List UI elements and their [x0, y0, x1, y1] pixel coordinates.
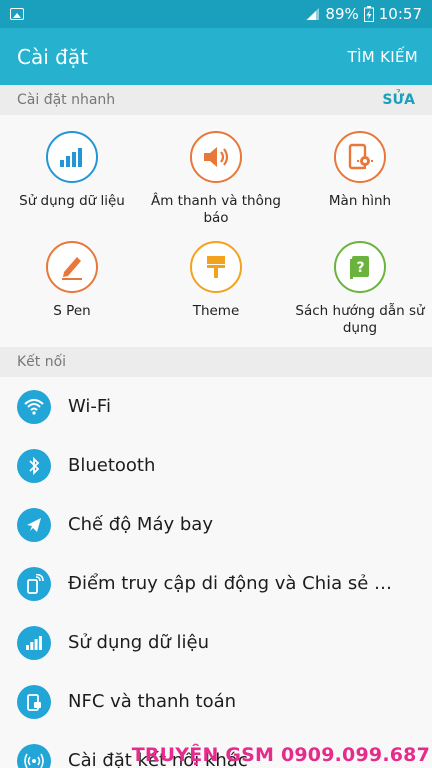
- battery-charging-icon: [363, 6, 374, 22]
- quick-item-data-usage[interactable]: Sử dụng dữ liệu: [0, 131, 144, 241]
- battery-percent: 89%: [325, 5, 359, 23]
- quick-item-label: Theme: [192, 303, 240, 319]
- quick-item-manual[interactable]: ? Sách hướng dẫn sử dụng: [288, 241, 432, 351]
- list-item-bluetooth[interactable]: Bluetooth: [0, 436, 432, 495]
- clock: 10:57: [378, 5, 422, 23]
- quick-item-label: Sách hướng dẫn sử dụng: [295, 303, 425, 336]
- nfc-icon: [17, 684, 51, 719]
- connections-title: Kết nối: [17, 354, 67, 370]
- signal-icon: [306, 8, 320, 20]
- list-item-label: Bluetooth: [68, 455, 156, 476]
- quick-item-label: Màn hình: [328, 193, 392, 209]
- search-button[interactable]: TÌM KIẾM: [348, 48, 418, 66]
- hotspot-icon: [17, 566, 51, 601]
- list-item-data-usage[interactable]: Sử dụng dữ liệu: [0, 613, 432, 672]
- list-item-label: Chế độ Máy bay: [68, 514, 213, 535]
- connections-list: Wi-Fi Bluetooth Chế độ Máy bay Điểm truy…: [0, 377, 432, 768]
- app-bar: Cài đặt TÌM KIẾM: [0, 28, 432, 85]
- list-item-label: Sử dụng dữ liệu: [68, 632, 209, 653]
- quick-settings-grid: Sử dụng dữ liệu Âm thanh và thông báo Mà…: [0, 115, 432, 347]
- watermark-text: TRUYỆN GSM 0909.099.687: [131, 744, 430, 766]
- display-settings-icon: [334, 131, 386, 183]
- quick-item-label: Sử dụng dữ liệu: [19, 193, 125, 209]
- list-item-label: Điểm truy cập di động và Chia sẻ kết n..: [68, 573, 398, 594]
- data-usage-icon: [17, 625, 51, 660]
- edit-button[interactable]: SỬA: [382, 92, 415, 108]
- list-item-airplane[interactable]: Chế độ Máy bay: [0, 495, 432, 554]
- quick-item-label: S Pen: [53, 303, 91, 319]
- paintbrush-icon: [190, 241, 242, 293]
- quick-item-theme[interactable]: Theme: [144, 241, 288, 351]
- quick-settings-title: Cài đặt nhanh: [17, 92, 116, 108]
- data-usage-icon: [46, 131, 98, 183]
- help-book-icon: ?: [334, 241, 386, 293]
- quick-settings-header: Cài đặt nhanh SỬA: [0, 85, 432, 115]
- airplane-icon: [17, 507, 51, 542]
- quick-item-spen[interactable]: S Pen: [0, 241, 144, 351]
- wifi-icon: [17, 389, 51, 424]
- svg-text:?: ?: [356, 260, 364, 276]
- list-item-hotspot[interactable]: Điểm truy cập di động và Chia sẻ kết n..: [0, 554, 432, 613]
- list-item-wifi[interactable]: Wi-Fi: [0, 377, 432, 436]
- status-bar: 89% 10:57: [0, 0, 432, 28]
- quick-item-sound[interactable]: Âm thanh và thông báo: [144, 131, 288, 241]
- more-connections-icon: [17, 743, 51, 768]
- bluetooth-icon: [17, 448, 51, 483]
- list-item-label: Wi-Fi: [68, 396, 111, 417]
- speaker-icon: [190, 131, 242, 183]
- image-notification-icon: [10, 8, 24, 20]
- quick-item-display[interactable]: Màn hình: [288, 131, 432, 241]
- pen-icon: [46, 241, 98, 293]
- page-title: Cài đặt: [17, 44, 88, 69]
- list-item-label: NFC và thanh toán: [68, 691, 237, 712]
- quick-item-label: Âm thanh và thông báo: [151, 193, 281, 226]
- list-item-nfc[interactable]: NFC và thanh toán: [0, 672, 432, 731]
- connections-header: Kết nối: [0, 347, 432, 377]
